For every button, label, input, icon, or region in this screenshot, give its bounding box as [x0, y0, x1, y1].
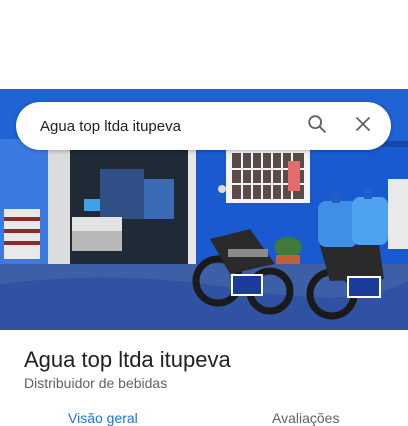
search-button[interactable]: [297, 106, 337, 146]
search-bar[interactable]: Agua top ltda itupeva: [16, 102, 391, 150]
search-input[interactable]: Agua top ltda itupeva: [40, 118, 297, 135]
place-category: Distribuidor de bebidas: [24, 375, 168, 391]
tab-overview[interactable]: Visão geral: [68, 410, 138, 426]
close-icon: [354, 115, 372, 138]
tab-reviews[interactable]: Avaliações: [272, 410, 339, 426]
place-title: Agua top ltda itupeva: [24, 347, 231, 372]
search-icon: [306, 113, 328, 140]
clear-search-button[interactable]: [343, 106, 383, 146]
